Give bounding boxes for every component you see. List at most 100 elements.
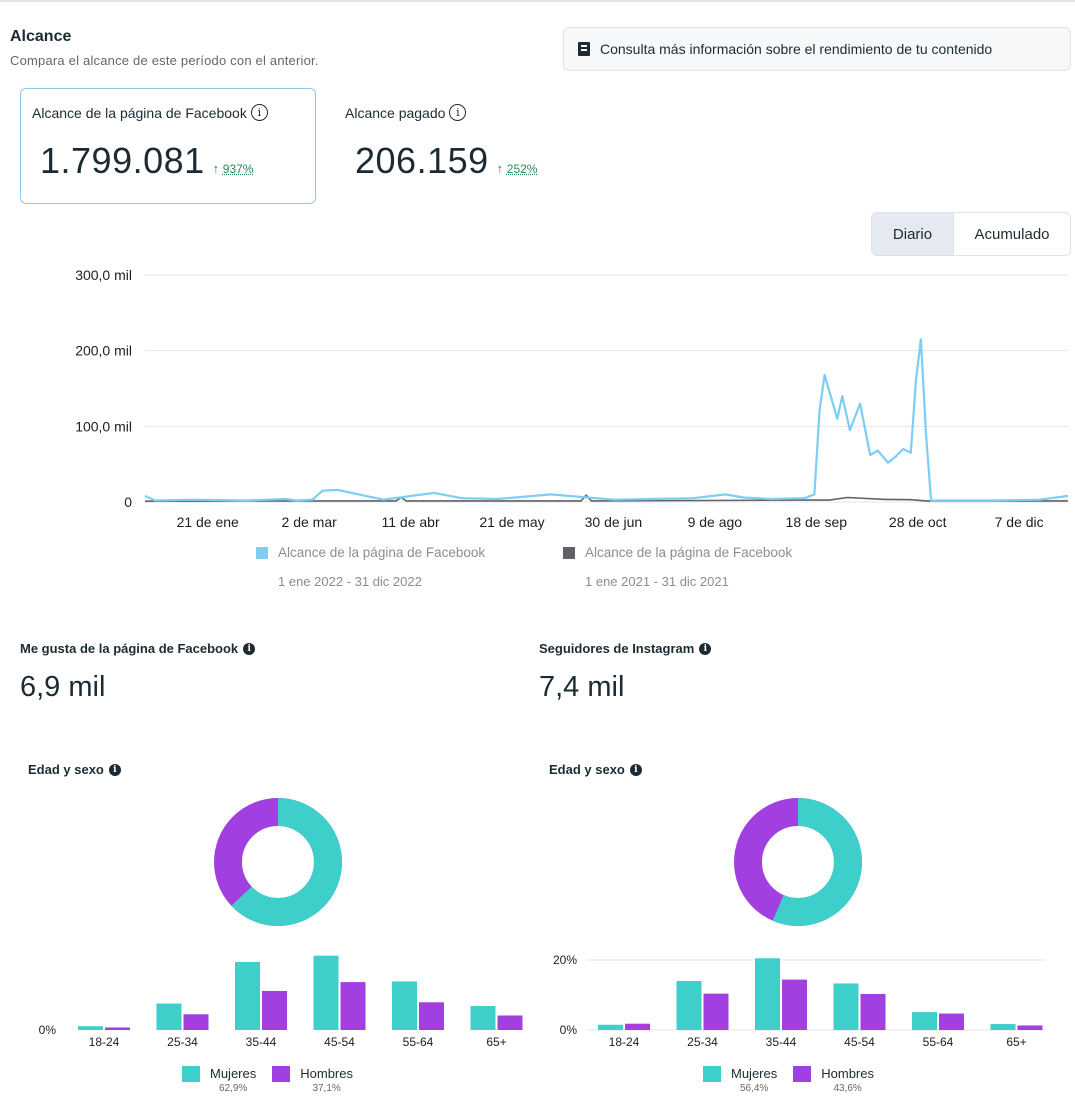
bar-women xyxy=(470,1006,496,1030)
bar-men xyxy=(262,990,287,1030)
legend-men-label: Hombres xyxy=(300,1066,353,1081)
ig-followers-label: Seguidores de Instagram xyxy=(539,641,695,656)
x-tick-label: 21 de may xyxy=(479,514,544,530)
info-icon[interactable]: i xyxy=(449,104,467,121)
ig-followers-value: 7,4 mil xyxy=(539,671,625,703)
facebook-reach-delta: ↑ 937% xyxy=(212,161,254,176)
legend-women-pct: 62,9% xyxy=(218,1083,248,1094)
x-tick-label: 9 de ago xyxy=(688,514,743,530)
bar-women xyxy=(392,981,417,1030)
x-tick-label: 65+ xyxy=(486,1035,506,1049)
section-subtitle: Compara el alcance de este período con e… xyxy=(10,53,319,68)
legend-men-label: Hombres xyxy=(821,1066,874,1081)
x-tick-label: 25-34 xyxy=(167,1035,198,1049)
view-toggle: Diario Acumulado xyxy=(871,212,1071,256)
bar-women xyxy=(676,981,702,1030)
gender-legend-instagram: Mujeres 56,4% Hombres 43,6% xyxy=(703,1066,874,1094)
legend-swatch-previous xyxy=(563,546,575,559)
series-line-2022 xyxy=(144,338,1069,502)
bar-women xyxy=(598,1024,623,1030)
legend-swatch-women xyxy=(182,1066,200,1082)
legend-women-pct: 56,4% xyxy=(739,1083,769,1094)
info-icon[interactable]: i xyxy=(108,763,121,776)
bar-men xyxy=(1017,1025,1043,1030)
bar-men xyxy=(183,1014,209,1030)
bar-men xyxy=(703,993,729,1030)
legend-women-label: Mujeres xyxy=(210,1066,257,1081)
x-tick-label: 45-54 xyxy=(844,1035,875,1049)
legend-men[interactable]: Hombres 37,1% xyxy=(272,1066,353,1094)
toggle-cumulative[interactable]: Acumulado xyxy=(954,213,1070,255)
fb-likes-value: 6,9 mil xyxy=(20,671,106,703)
age-gender-chart-instagram: 20% 0% 18-24 25-34 35-44 45-54 55-64 65+ xyxy=(553,798,1045,1049)
arrow-up-icon: ↑ xyxy=(496,161,504,176)
bar-women xyxy=(235,961,260,1030)
x-tick-label: 7 de dic xyxy=(995,514,1044,530)
ig-followers-label-row: Seguidores de Instagram i xyxy=(539,641,712,656)
legend-men[interactable]: Hombres 43,6% xyxy=(793,1066,874,1094)
fb-likes-label-row: Me gusta de la página de Facebook i xyxy=(20,641,256,656)
legend-previous-label: Alcance de la página de Facebook xyxy=(585,545,793,560)
bar-women xyxy=(833,983,859,1030)
paid-reach-label: Alcance pagado xyxy=(345,104,446,121)
book-icon xyxy=(578,42,590,56)
bar-men xyxy=(782,979,807,1030)
gender-legend-facebook: Mujeres 62,9% Hombres 37,1% xyxy=(182,1066,353,1094)
age-gender-label-row-fb: Edad y sexo i xyxy=(28,762,121,777)
age-gender-label-row-ig: Edad y sexo i xyxy=(549,762,642,777)
bar-men xyxy=(105,1027,130,1030)
facebook-reach-label: Alcance de la página de Facebook xyxy=(32,104,247,121)
content-performance-label: Consulta más información sobre el rendim… xyxy=(600,41,993,57)
fb-likes-label: Me gusta de la página de Facebook xyxy=(20,641,239,656)
legend-swatch-men xyxy=(793,1066,812,1082)
y-tick-label: 0% xyxy=(39,1023,57,1037)
info-icon[interactable]: i xyxy=(250,104,268,121)
legend-swatch-men xyxy=(272,1066,291,1082)
legend-current-range: 1 ene 2022 - 31 dic 2022 xyxy=(278,574,422,589)
bar-men xyxy=(860,993,886,1030)
legend-women-label: Mujeres xyxy=(731,1066,778,1081)
legend-previous[interactable]: Alcance de la página de Facebook xyxy=(563,545,792,560)
facebook-reach-value-row: 1.799.081 ↑ 937% xyxy=(40,140,253,182)
x-tick-label: 2 de mar xyxy=(282,514,338,530)
section-title: Alcance xyxy=(10,28,72,45)
x-tick-label: 18 de sep xyxy=(786,514,848,530)
bar-men xyxy=(939,1013,964,1030)
bar-men xyxy=(625,1023,650,1030)
bar-men xyxy=(340,982,366,1030)
x-tick-label: 65+ xyxy=(1006,1035,1026,1049)
facebook-reach-label-row: Alcance de la página de Facebook i xyxy=(32,104,268,121)
y-tick-label: 0 xyxy=(124,494,132,510)
bar-men xyxy=(419,1002,444,1030)
legend-men-pct: 37,1% xyxy=(312,1083,341,1094)
reach-line-chart: 300,0 mil 200,0 mil 100,0 mil 0 21 de ene 2 d… xyxy=(75,267,1069,530)
x-tick-label: 35-44 xyxy=(766,1035,797,1049)
info-icon[interactable]: i xyxy=(629,763,642,776)
bar-women xyxy=(990,1024,1016,1030)
age-gender-label: Edad y sexo xyxy=(28,762,104,777)
legend-women[interactable]: Mujeres 62,9% xyxy=(182,1066,256,1094)
arrow-up-icon: ↑ xyxy=(212,161,220,176)
bar-women xyxy=(755,958,780,1030)
legend-swatch-current xyxy=(256,546,268,559)
y-tick-label: 300,0 mil xyxy=(75,267,132,283)
x-tick-label: 55-64 xyxy=(403,1035,434,1049)
legend-current[interactable]: Alcance de la página de Facebook xyxy=(256,545,485,560)
content-performance-button[interactable]: Consulta más información sobre el rendim… xyxy=(563,27,1071,71)
y-tick-label: 20% xyxy=(553,953,577,967)
info-icon[interactable]: i xyxy=(699,642,712,655)
legend-women[interactable]: Mujeres 56,4% xyxy=(703,1066,777,1094)
x-tick-label: 28 de oct xyxy=(889,514,947,530)
x-tick-label: 21 de ene xyxy=(177,514,239,530)
bar-women xyxy=(156,1003,182,1030)
y-tick-label: 0% xyxy=(560,1023,578,1037)
legend-men-pct: 43,6% xyxy=(833,1083,862,1094)
legend-swatch-women xyxy=(703,1066,721,1082)
x-tick-label: 30 de jun xyxy=(585,514,643,530)
info-icon[interactable]: i xyxy=(243,642,256,655)
paid-reach-delta: ↑ 252% xyxy=(496,161,538,176)
paid-reach-label-row: Alcance pagado i xyxy=(345,104,467,121)
x-tick-label: 35-44 xyxy=(246,1035,277,1049)
toggle-daily[interactable]: Diario xyxy=(872,213,954,255)
bar-women xyxy=(912,1012,937,1030)
